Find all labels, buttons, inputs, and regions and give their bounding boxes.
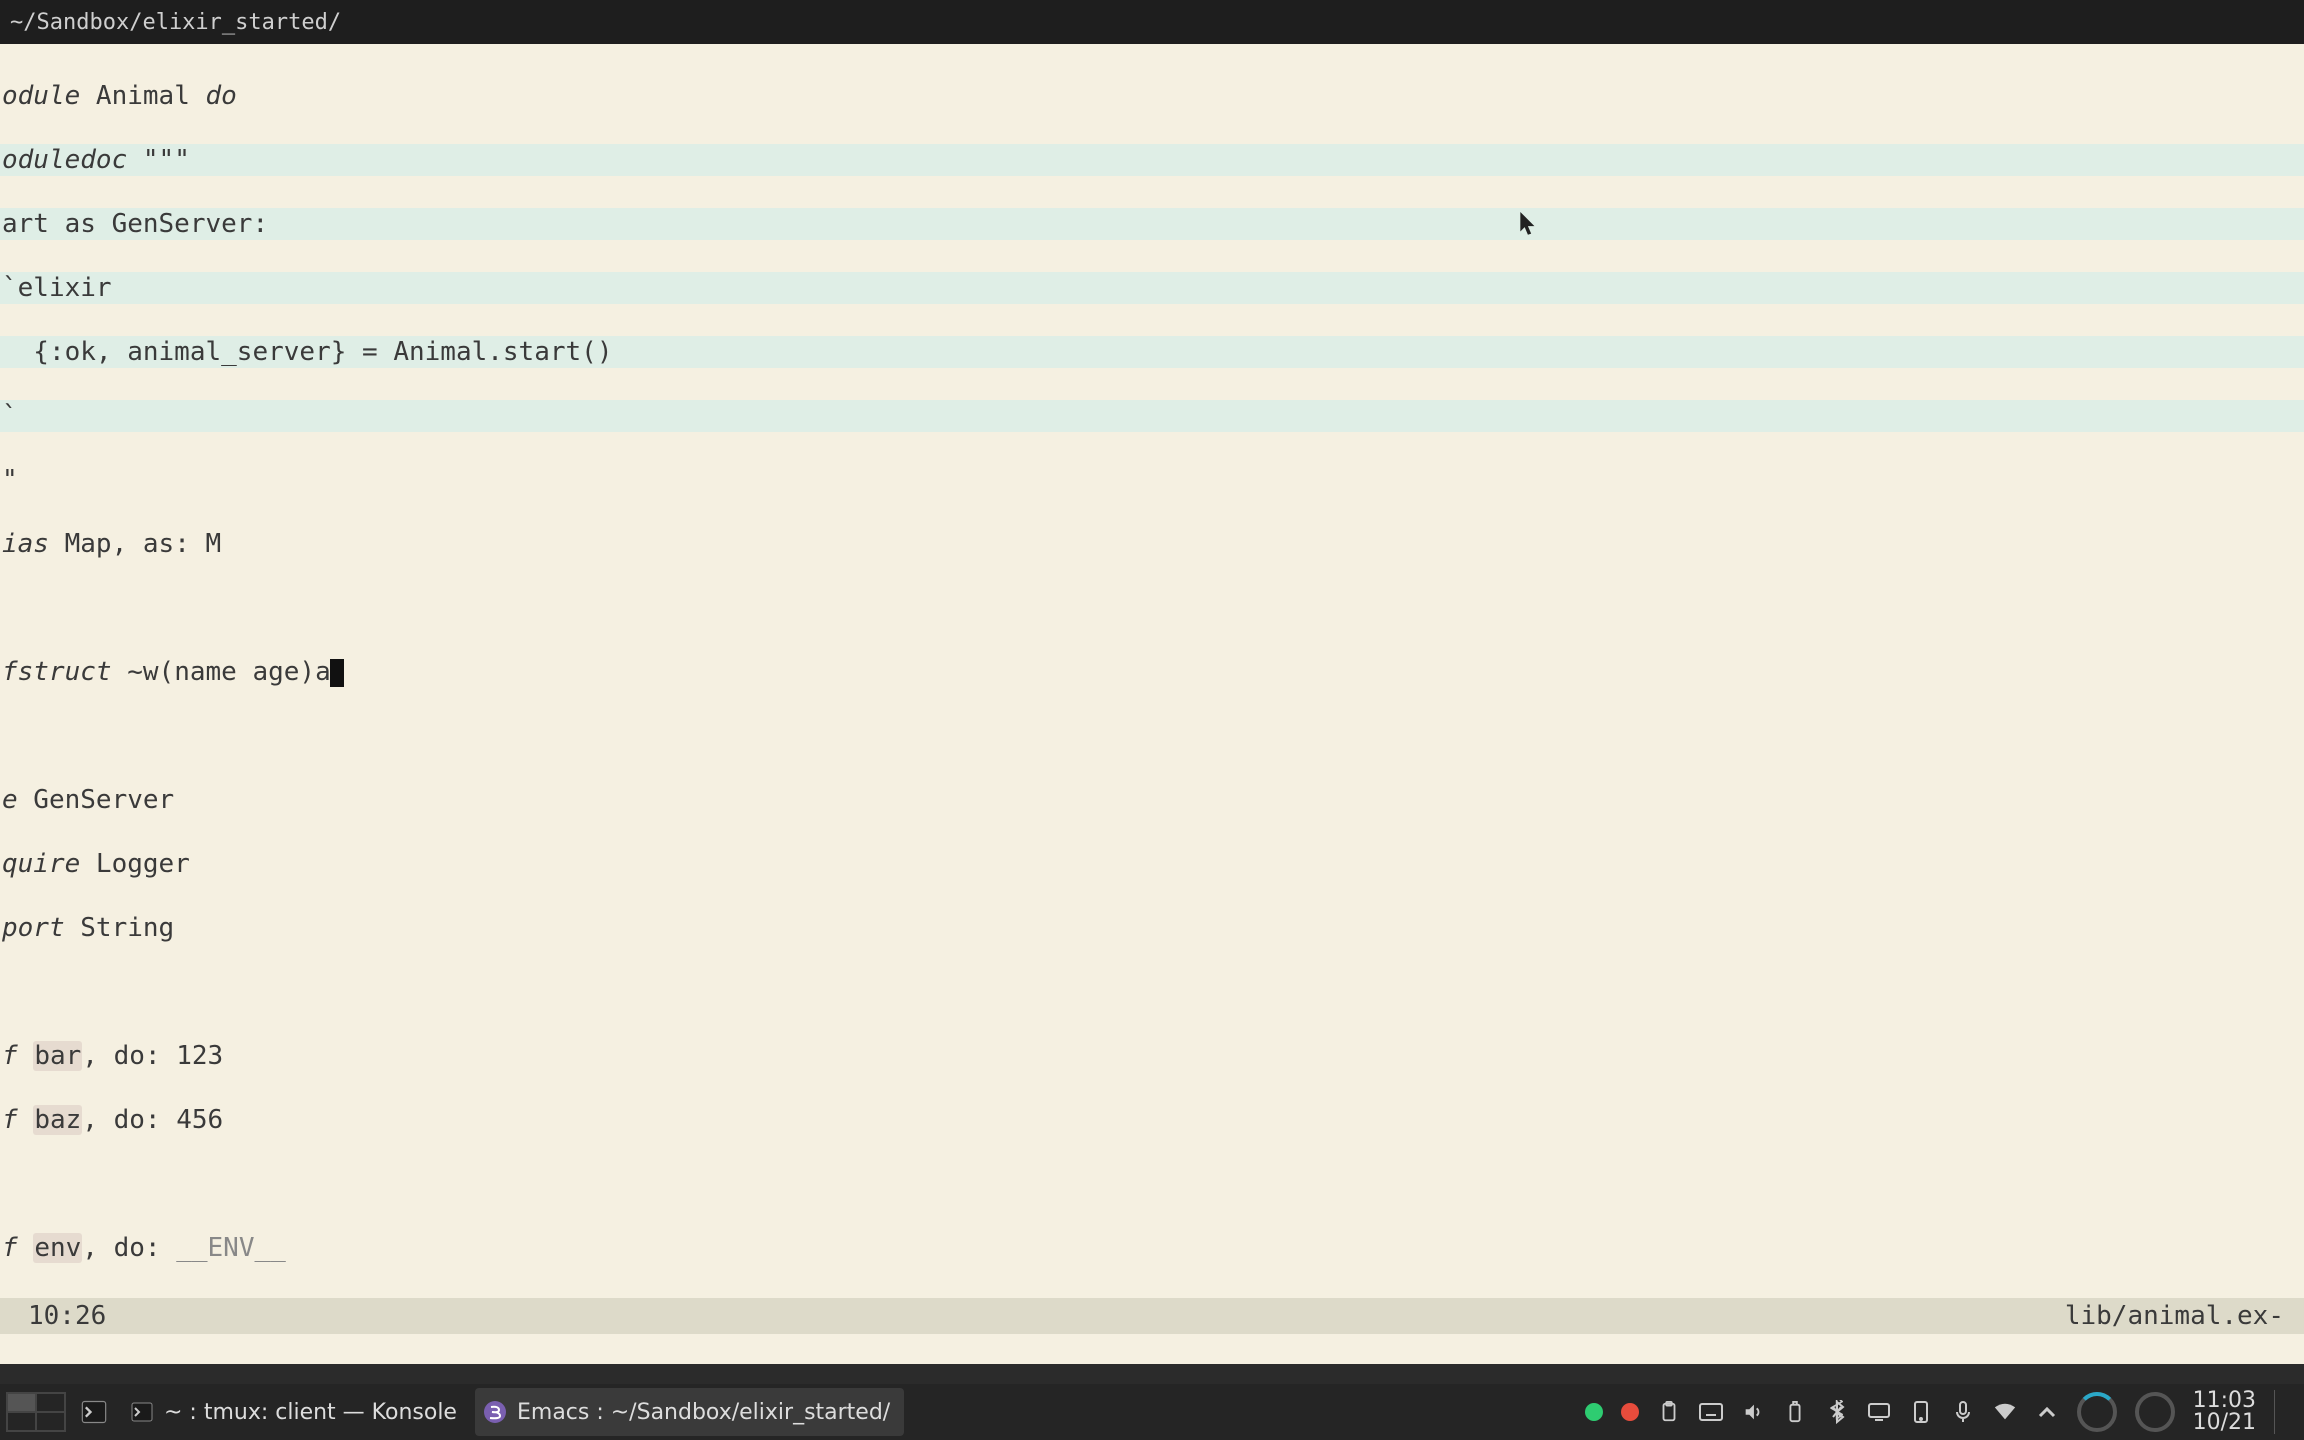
title-path: ~/Sandbox/elixir_started/ (10, 10, 341, 35)
wifi-icon[interactable] (1993, 1400, 2017, 1424)
cursor-position: 10:26 (28, 1301, 106, 1331)
status-dot-green-icon[interactable] (1585, 1403, 1603, 1421)
keyboard-icon[interactable] (1699, 1400, 1723, 1424)
code-line: {:ok, animal_server} = Animal.start() (0, 336, 2304, 368)
volume-icon[interactable] (1741, 1400, 1765, 1424)
code-line: odule Animal do (0, 80, 2304, 112)
editor-area[interactable]: odule Animal do oduledoc """ art as GenS… (0, 44, 2304, 1298)
code-line (0, 592, 2304, 624)
status-dot-red-icon[interactable] (1621, 1403, 1639, 1421)
chevron-up-icon[interactable] (2035, 1400, 2059, 1424)
taskbar-item-label: ~ : tmux: client — Konsole (164, 1400, 457, 1425)
code-line: ` (0, 400, 2304, 432)
code-line: e GenServer (0, 784, 2304, 816)
code-line (0, 1296, 2304, 1298)
taskbar-item-emacs[interactable]: Emacs : ~/Sandbox/elixir_started/ (475, 1388, 904, 1436)
cpu-monitor-icon[interactable] (2077, 1392, 2117, 1432)
taskbar-item-label: Emacs : ~/Sandbox/elixir_started/ (517, 1400, 890, 1425)
title-bar: ~/Sandbox/elixir_started/ (0, 0, 2304, 44)
code-line: f baz, do: 456 (0, 1104, 2304, 1136)
code-line: f env, do: __ENV__ (0, 1232, 2304, 1264)
memory-monitor-icon[interactable] (2135, 1392, 2175, 1432)
terminal-icon (130, 1400, 154, 1424)
desktop-pager[interactable] (6, 1392, 66, 1432)
clipboard-icon[interactable] (1657, 1400, 1681, 1424)
code-line: oduledoc """ (0, 144, 2304, 176)
code-line: " (0, 464, 2304, 496)
taskbar[interactable]: ~ : tmux: client — Konsole Emacs : ~/San… (0, 1384, 2304, 1440)
text-cursor (330, 659, 344, 687)
emacs-minibuffer[interactable] (0, 1334, 2304, 1364)
code-line: port String (0, 912, 2304, 944)
buffer-filename: lib/animal.ex- (2065, 1301, 2284, 1331)
emacs-modeline: 10:26 lib/animal.ex- (0, 1298, 2304, 1334)
battery-icon[interactable] (1783, 1400, 1807, 1424)
emacs-icon (483, 1400, 507, 1424)
code-line (0, 720, 2304, 752)
system-tray: 11:03 10/21 (1585, 1390, 2298, 1434)
code-line: `elixir (0, 272, 2304, 304)
konsole-launcher-icon[interactable] (70, 1388, 118, 1436)
phone-icon[interactable] (1909, 1400, 1933, 1424)
display-icon[interactable] (1867, 1400, 1891, 1424)
microphone-icon[interactable] (1951, 1400, 1975, 1424)
code-line (0, 976, 2304, 1008)
clock[interactable]: 11:03 10/21 (2193, 1390, 2256, 1434)
show-desktop-button[interactable] (2274, 1390, 2290, 1434)
code-line: quire Logger (0, 848, 2304, 880)
clock-time: 11:03 (2193, 1390, 2256, 1412)
window-gap (0, 1364, 2304, 1384)
code-line: art as GenServer: (0, 208, 2304, 240)
code-line: f bar, do: 123 (0, 1040, 2304, 1072)
code-line (0, 1168, 2304, 1200)
bluetooth-icon[interactable] (1825, 1400, 1849, 1424)
code-line: ias Map, as: M (0, 528, 2304, 560)
code-line: fstruct ~w(name age)a (0, 656, 2304, 688)
clock-date: 10/21 (2193, 1412, 2256, 1434)
taskbar-item-konsole[interactable]: ~ : tmux: client — Konsole (122, 1388, 471, 1436)
